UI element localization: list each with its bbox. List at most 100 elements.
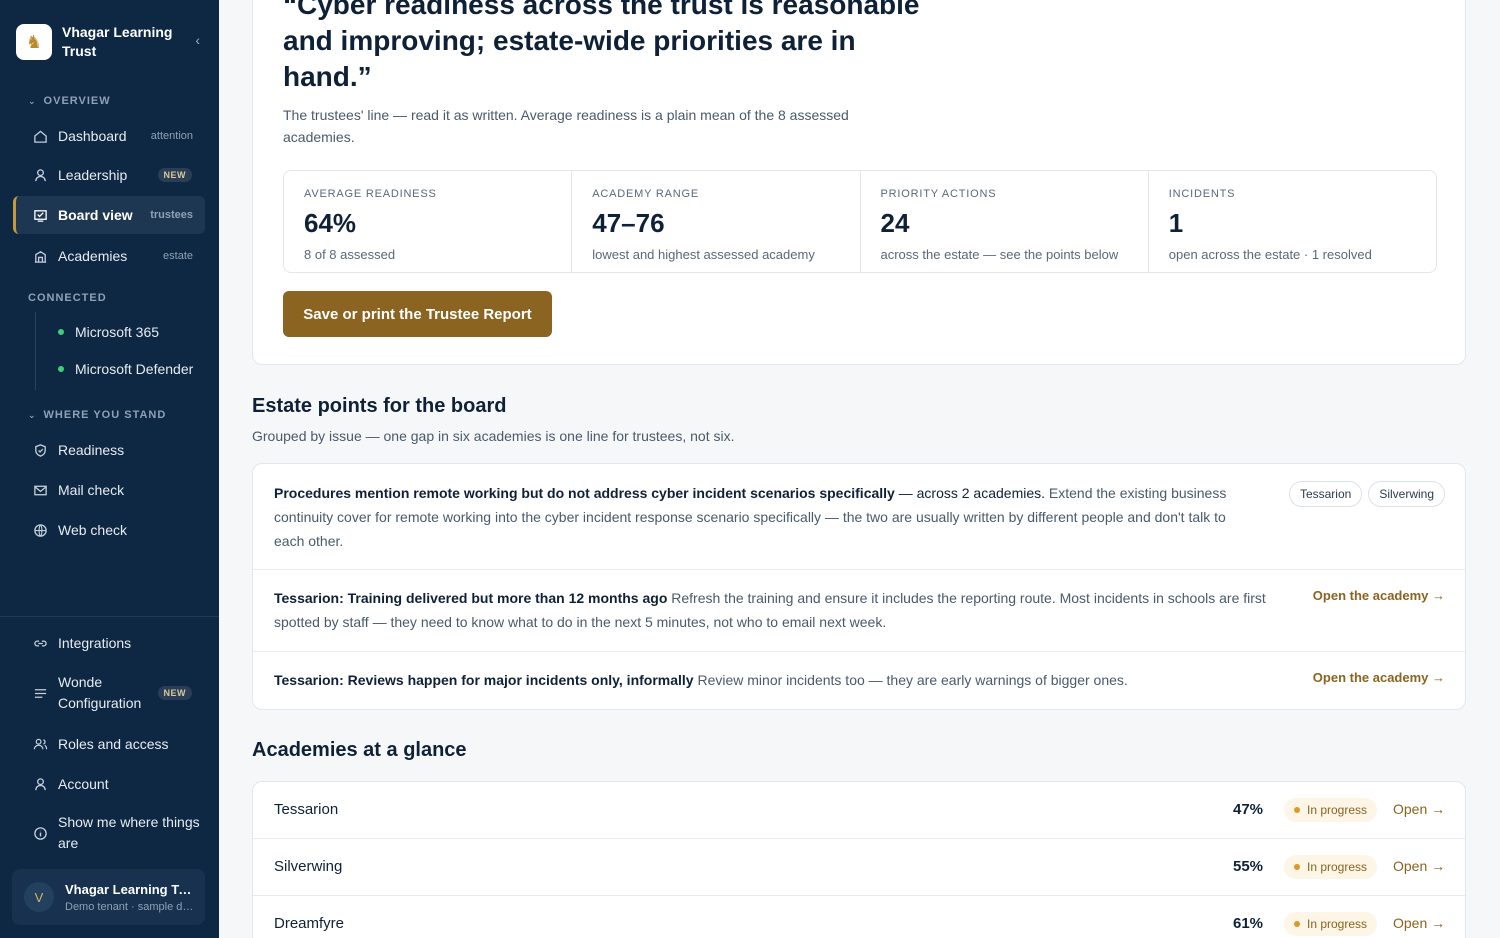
stat-incidents: INCIDENTS 1 open across the estate · 1 r… <box>1168 188 1372 262</box>
nav-label: Mail check <box>58 482 125 498</box>
nav-label: Readiness <box>58 442 125 458</box>
estate-point: Tessarion: Reviews happen for major inci… <box>253 652 1465 710</box>
open-academy-link[interactable]: Open → <box>1393 915 1445 931</box>
person-icon <box>32 167 48 183</box>
hero-card: “Cyber readiness across the trust is rea… <box>252 0 1466 365</box>
nav-leadership[interactable]: Leadership NEW <box>13 156 205 194</box>
nav-hint: attention <box>150 130 193 142</box>
academy-row[interactable]: Silverwing 55% In progress Open → <box>253 839 1465 896</box>
globe-icon <box>32 522 48 538</box>
open-academy-link[interactable]: Open the academy → <box>1313 670 1445 685</box>
status-dot-icon <box>58 329 64 335</box>
nav-label: Account <box>58 776 109 792</box>
connected-divider <box>35 312 36 390</box>
main-content: “Cyber readiness across the trust is rea… <box>219 0 1500 938</box>
open-academy-link[interactable]: Open the academy → <box>1313 588 1445 603</box>
mail-icon <box>32 482 48 498</box>
status-badge: In progress <box>1284 855 1378 879</box>
academy-row[interactable]: Tessarion 47% In progress Open → <box>253 782 1465 839</box>
section-subtitle-estate-points: Grouped by issue — one gap in six academ… <box>252 428 735 444</box>
estate-point: Procedures mention remote working but do… <box>253 464 1465 570</box>
point-detail: Review minor incidents too — they are ea… <box>693 672 1128 688</box>
nav-label: Show me where things are <box>58 814 200 851</box>
status-dot-icon <box>1294 864 1300 870</box>
info-icon <box>32 825 48 841</box>
point-title: Procedures mention remote working but do… <box>274 485 895 501</box>
new-badge: NEW <box>157 168 192 182</box>
nav-hint: estate <box>163 250 193 262</box>
nav-mail-check[interactable]: Mail check <box>13 471 205 509</box>
save-print-report-button[interactable]: Save or print the Trustee Report <box>283 291 552 337</box>
section-title-estate-points: Estate points for the board <box>252 395 507 417</box>
stat-priority-actions: PRIORITY ACTIONS 24 across the estate — … <box>861 171 1149 272</box>
status-dot-icon <box>1294 807 1300 813</box>
brand[interactable]: ♞ Vhagar Learning Trust ‹ <box>16 22 206 62</box>
avatar: V <box>24 882 54 912</box>
status-badge: In progress <box>1284 912 1378 936</box>
academy-readiness: 55% <box>1233 858 1264 875</box>
academy-name: Tessarion <box>274 801 339 818</box>
academy-chips: Tessarion Silverwing <box>1283 481 1445 507</box>
nav-academies[interactable]: Academies estate <box>13 237 205 275</box>
nav-wonde-configuration[interactable]: Wonde Configuration NEW <box>13 670 205 716</box>
sidebar-divider <box>0 616 219 617</box>
nav-label: Dashboard <box>58 128 127 144</box>
nav-label: Board view <box>58 207 133 223</box>
list-icon <box>32 685 48 701</box>
section-where-you-stand[interactable]: ⌄ WHERE YOU STAND <box>28 409 166 421</box>
user-icon <box>32 776 48 792</box>
academy-row[interactable]: Dreamfyre 61% In progress Open → <box>253 896 1465 938</box>
trust-logo-icon: ♞ <box>16 24 52 60</box>
status-dot-icon <box>58 366 64 372</box>
brand-name: Vhagar Learning Trust <box>62 24 173 59</box>
user-name: Vhagar Learning Trust <box>65 881 195 897</box>
academy-readiness: 47% <box>1233 801 1264 818</box>
point-title: Tessarion: Reviews happen for major inci… <box>274 672 694 688</box>
board-quote: “Cyber readiness across the trust is rea… <box>283 0 920 92</box>
nav-label: Academies <box>58 248 128 264</box>
home-icon <box>32 128 48 144</box>
quote-subtitle: The trustees' line — read it as written.… <box>283 107 849 145</box>
nav-readiness[interactable]: Readiness <box>13 431 205 469</box>
stat-average-readiness: AVERAGE READINESS 64% 8 of 8 assessed <box>284 171 573 272</box>
nav-board-view[interactable]: Board view trustees <box>13 196 205 234</box>
nav-integrations[interactable]: Integrations <box>13 624 205 662</box>
point-scope: — across 2 academies. <box>894 485 1046 501</box>
user-sub: Demo tenant · sample data <box>65 900 195 913</box>
new-badge: NEW <box>157 686 192 700</box>
nav-label: Wonde Configuration <box>58 674 142 711</box>
nav-label: Web check <box>58 522 127 538</box>
academy-chip[interactable]: Tessarion <box>1288 481 1363 507</box>
open-academy-link[interactable]: Open → <box>1393 801 1445 817</box>
chevron-down-icon: ⌄ <box>28 409 37 420</box>
section-overview[interactable]: ⌄ OVERVIEW <box>28 95 111 107</box>
nav-label: Integrations <box>58 635 132 651</box>
academy-chip[interactable]: Silverwing <box>1368 481 1445 507</box>
link-icon <box>32 635 48 651</box>
board-icon <box>32 207 48 223</box>
nav-dashboard[interactable]: Dashboard attention <box>13 117 205 155</box>
status-badge: In progress <box>1284 798 1378 822</box>
section-title-academies: Academies at a glance <box>252 739 467 761</box>
nav-label: Leadership <box>58 167 128 183</box>
nav-account[interactable]: Account <box>13 765 205 803</box>
chevron-down-icon: ⌄ <box>28 95 37 106</box>
user-card[interactable]: V Vhagar Learning Trust Demo tenant · sa… <box>12 869 205 925</box>
sidebar: ♞ Vhagar Learning Trust ‹ ⌄ OVERVIEW Das… <box>0 0 219 938</box>
estate-point: Tessarion: Training delivered but more t… <box>253 570 1465 652</box>
nav-roles-and-access[interactable]: Roles and access <box>13 725 205 763</box>
academy-name: Dreamfyre <box>274 915 345 932</box>
estate-points-card: Procedures mention remote working but do… <box>252 463 1466 710</box>
section-connected: CONNECTED <box>28 292 107 304</box>
academy-name: Silverwing <box>274 858 343 875</box>
open-academy-link[interactable]: Open → <box>1393 858 1445 874</box>
nav-show-me-where-things-are[interactable]: Show me where things are <box>13 810 205 856</box>
connected-microsoft-defender[interactable]: Microsoft Defender <box>58 361 193 377</box>
connected-microsoft-365[interactable]: Microsoft 365 <box>58 324 159 340</box>
point-title: Tessarion: Training delivered but more t… <box>274 590 668 606</box>
building-icon <box>32 248 48 264</box>
stat-academy-range: ACADEMY RANGE 47–76 lowest and highest a… <box>572 171 861 272</box>
collapse-sidebar-icon[interactable]: ‹ <box>195 32 200 48</box>
academy-readiness: 61% <box>1233 915 1264 932</box>
nav-web-check[interactable]: Web check <box>13 511 205 549</box>
